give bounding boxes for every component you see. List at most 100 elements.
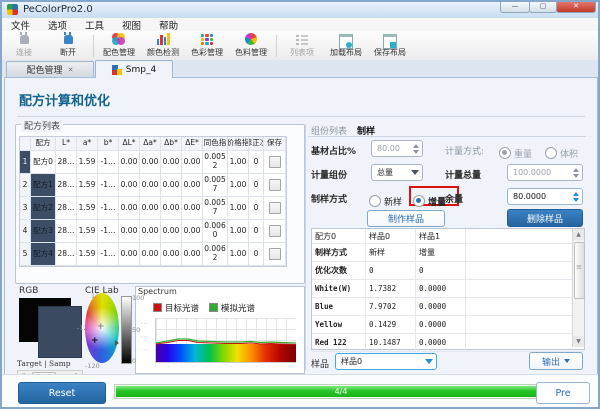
menu-view[interactable]: 视图 xyxy=(113,18,150,32)
sample-cursor-icon: + xyxy=(97,322,105,332)
target-cursor-icon: + xyxy=(91,336,99,346)
y-axis-ticks: ··· xyxy=(141,334,149,340)
lightness-bar[interactable] xyxy=(121,296,132,364)
sim-legend-swatch xyxy=(209,303,218,312)
x-axis-ticks: ·········· xyxy=(155,364,281,370)
make-sample-button[interactable]: 制作样品 xyxy=(367,210,445,227)
maximize-button[interactable]: ▢ xyxy=(529,2,557,13)
formula-row-0[interactable]: 1 配方0 28… 1.59 -1… 0.00 0.00 0.00 0.00 0… xyxy=(20,151,286,174)
progress-text: 4/4 xyxy=(115,387,567,396)
list-items-button[interactable]: 列表项 xyxy=(280,32,324,59)
spinner-arrows-icon[interactable] xyxy=(413,144,419,154)
dropdown-arrow-icon xyxy=(564,359,570,363)
plug-disconnect-icon xyxy=(61,33,75,46)
sample-doc-icon xyxy=(112,65,122,75)
rgb-panel-title: RGB xyxy=(19,286,38,296)
toolbar-separator xyxy=(276,35,277,57)
formula-list-title: 配方列表 xyxy=(21,119,63,132)
close-button[interactable]: ✕ xyxy=(556,2,596,13)
sample-row[interactable]: Red 122 10.1487 0.0000 xyxy=(312,334,584,352)
reset-button[interactable]: Reset xyxy=(18,382,106,404)
save-checkbox[interactable] xyxy=(269,225,281,237)
title-bar: PeColorPro2.0 — ▢ ✕ xyxy=(2,2,598,19)
sample-row[interactable]: Yellow 0.1429 0.0000 xyxy=(312,316,584,334)
total-label: 计量总量 xyxy=(445,168,481,181)
document-tabstrip: 配色管理 ✕ Smp_4 xyxy=(2,60,598,77)
sample-mode-label: 制样方式 xyxy=(311,192,347,205)
page-title: 配方计算和优化 xyxy=(19,90,110,109)
radio-icon[interactable] xyxy=(499,147,511,159)
scroll-thumb[interactable] xyxy=(574,242,585,299)
colorant-manage-button[interactable]: 色料管理 xyxy=(229,32,273,59)
spinner-arrows-icon[interactable] xyxy=(573,168,579,178)
app-window: PeColorPro2.0 — ▢ ✕ 文件 选项 工具 视图 帮助 连接 断开… xyxy=(0,0,600,409)
increment-radio[interactable]: 增量 xyxy=(413,190,448,209)
colorant-wheel-icon xyxy=(244,33,258,46)
tab-smp4-active[interactable]: Smp_4 xyxy=(95,60,173,78)
scroll-down-icon[interactable]: ▼ xyxy=(573,336,584,347)
radio-icon[interactable] xyxy=(413,195,425,207)
delete-sample-button[interactable]: 删除样品 xyxy=(507,209,583,227)
save-checkbox[interactable] xyxy=(269,248,281,260)
rgb-caption: Target | Samp xyxy=(17,359,83,368)
minimize-button[interactable]: — xyxy=(500,2,530,13)
toolbar-separator xyxy=(93,35,94,57)
sample-row[interactable]: 制样方式 新样 增量 xyxy=(312,244,584,262)
weight-radio[interactable]: 重量 xyxy=(499,142,534,161)
new-sample-radio[interactable]: 新样 xyxy=(369,190,404,209)
sample-select-label: 样品 xyxy=(311,357,329,370)
app-icon xyxy=(7,4,18,15)
scroll-up-icon[interactable]: ▲ xyxy=(573,229,584,240)
formula-row-3[interactable]: 4 配方3 28… 1.59 -1… 0.00 0.00 0.00 0.00 0… xyxy=(20,220,286,243)
sample-dropdown[interactable]: 样品0 xyxy=(335,353,437,370)
save-checkbox[interactable] xyxy=(269,202,281,214)
measure-mode-label: 计量方式: xyxy=(445,144,484,157)
remain-spinner[interactable]: 80.0000 xyxy=(507,188,583,205)
disconnect-button[interactable]: 断开 xyxy=(46,32,90,59)
formula-row-2[interactable]: 3 配方2 28… 1.59 -1… 0.00 0.00 0.00 0.00 0… xyxy=(20,197,286,220)
dropdown-arrow-icon xyxy=(411,170,419,175)
sample-row[interactable]: White(W) 1.7382 0.0000 xyxy=(312,280,584,298)
color-manage-button[interactable]: 色彩管理 xyxy=(185,32,229,59)
title-divider xyxy=(17,116,585,117)
total-spinner[interactable]: 100.0000 xyxy=(507,164,583,181)
menu-bar: 文件 选项 工具 视图 帮助 xyxy=(2,18,598,32)
menu-help[interactable]: 帮助 xyxy=(150,18,187,32)
menu-file[interactable]: 文件 xyxy=(2,18,39,32)
formula-row-1[interactable]: 2 配方1 28… 1.59 -1… 0.00 0.00 0.00 0.00 0… xyxy=(20,174,286,197)
output-button[interactable]: 输出 xyxy=(529,352,583,370)
window-title: PeColorPro2.0 xyxy=(23,4,93,15)
radio-icon[interactable] xyxy=(369,195,381,207)
save-checkbox[interactable] xyxy=(269,179,281,191)
tab-close-icon[interactable]: ✕ xyxy=(68,66,74,74)
connect-button[interactable]: 连接 xyxy=(2,32,46,59)
sample-row[interactable]: 优化次数 0 0 xyxy=(312,262,584,280)
sample-color-swatch xyxy=(38,306,82,358)
volume-radio[interactable]: 体积 xyxy=(545,142,580,161)
component-dropdown[interactable]: 总量 xyxy=(371,164,423,181)
progress-bar: 4/4 xyxy=(114,384,568,399)
base-ratio-spinner[interactable]: 80.00 xyxy=(371,140,423,157)
remain-label: 余量 xyxy=(445,192,463,205)
plug-connect-icon xyxy=(17,33,31,46)
tab-color-matching[interactable]: 配色管理 ✕ xyxy=(6,61,94,78)
toolbar: 连接 断开 配色管理 颜色检测 色彩管理 色料管理 xyxy=(2,31,598,61)
sample-table-header: 配方0 样品0 样品1 xyxy=(312,229,584,244)
menu-options[interactable]: 选项 xyxy=(39,18,76,32)
save-layout-button[interactable]: 保存布局 xyxy=(368,32,412,59)
load-layout-button[interactable]: 加载布局 xyxy=(324,32,368,59)
color-chart-icon xyxy=(156,33,170,46)
color-matching-button[interactable]: 配色管理 xyxy=(97,32,141,59)
formula-table-header: 配方 L* a* b* ΔL* Δa* Δb* ΔE* 同色指 价格指 修正次 … xyxy=(20,137,286,151)
sample-table-scrollbar[interactable]: ▲ ▼ xyxy=(572,229,584,347)
radio-icon[interactable] xyxy=(545,147,557,159)
sample-row[interactable]: Blue 7.9702 0.0000 xyxy=(312,298,584,316)
spinner-arrows-icon[interactable] xyxy=(573,192,579,202)
lightness-100-label: 100 xyxy=(132,294,144,302)
color-detect-button[interactable]: 颜色检测 xyxy=(141,32,185,59)
formula-row-4[interactable]: 5 配方4 28… 1.59 -1… 0.00 0.00 0.00 0.00 0… xyxy=(20,243,286,266)
pre-button[interactable]: Pre xyxy=(536,382,590,404)
right-tab-divider xyxy=(308,136,586,137)
save-checkbox[interactable] xyxy=(269,156,281,168)
menu-tools[interactable]: 工具 xyxy=(76,18,113,32)
